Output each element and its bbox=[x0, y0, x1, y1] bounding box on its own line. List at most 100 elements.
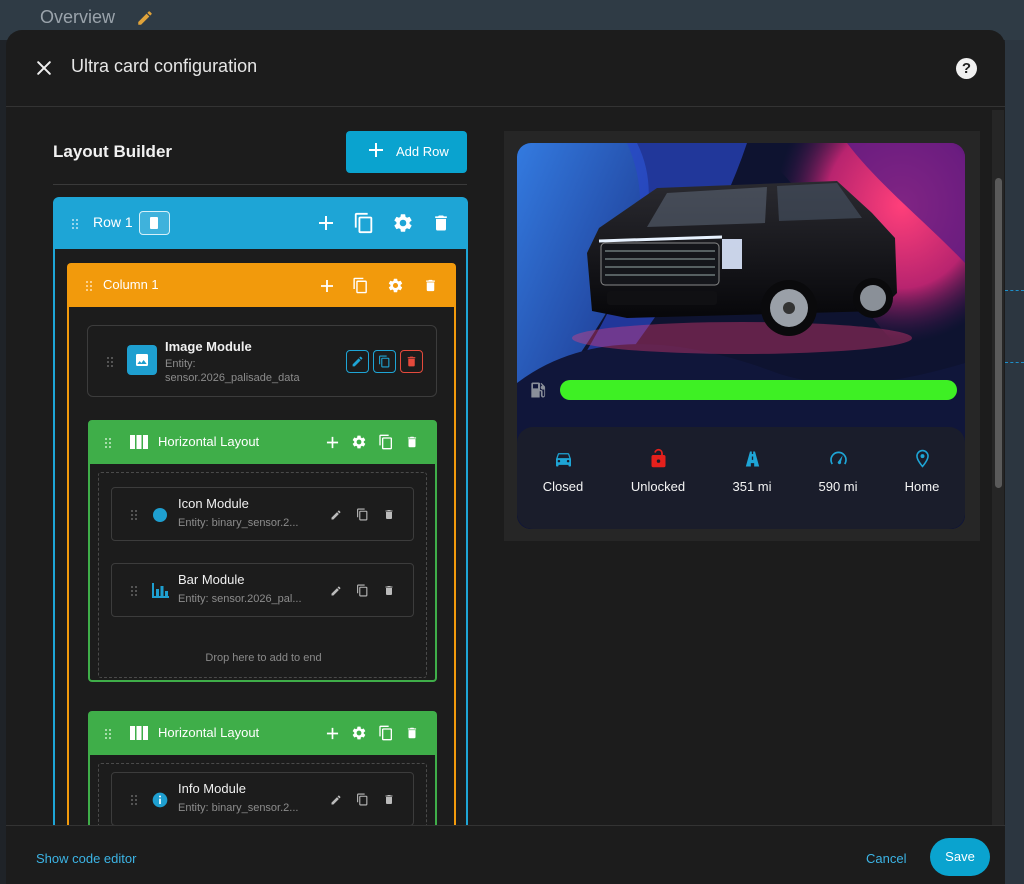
settings-gear-icon[interactable] bbox=[351, 725, 367, 741]
duplicate-button[interactable] bbox=[373, 350, 396, 373]
drag-handle-icon[interactable] bbox=[106, 356, 114, 368]
dialog-footer: Show code editor Cancel Save bbox=[6, 825, 1005, 884]
settings-gear-icon[interactable] bbox=[387, 277, 404, 294]
drag-handle-icon[interactable] bbox=[104, 437, 112, 449]
fuel-pump-icon bbox=[531, 382, 546, 398]
add-icon[interactable] bbox=[317, 214, 335, 232]
delete-icon[interactable] bbox=[405, 725, 419, 741]
settings-gear-icon[interactable] bbox=[392, 212, 414, 234]
stat-label: Unlocked bbox=[630, 479, 686, 494]
fuel-level-bar bbox=[560, 380, 957, 400]
save-button[interactable]: Save bbox=[930, 838, 990, 876]
icon-module-card[interactable]: Icon Module Entity: binary_sensor.2... bbox=[111, 487, 414, 541]
cancel-button[interactable]: Cancel bbox=[866, 851, 906, 866]
module-title: Info Module bbox=[178, 781, 246, 796]
drop-hint: Drop here to add to end bbox=[205, 652, 322, 664]
background-dashed-line bbox=[1005, 362, 1024, 363]
delete-icon[interactable] bbox=[383, 584, 395, 597]
duplicate-icon[interactable] bbox=[356, 793, 369, 806]
horizontal-layout-container: Horizontal Layout Icon Module Entity: bi… bbox=[88, 420, 437, 682]
image-module-card[interactable]: Image Module Entity: sensor.2026_palisad… bbox=[87, 325, 437, 397]
horizontal-layout-label: Horizontal Layout bbox=[158, 434, 260, 449]
module-title: Bar Module bbox=[178, 572, 245, 587]
delete-icon[interactable] bbox=[423, 277, 438, 294]
add-icon[interactable] bbox=[326, 436, 339, 449]
background-edge bbox=[1005, 40, 1024, 884]
settings-gear-icon[interactable] bbox=[351, 434, 367, 450]
add-icon[interactable] bbox=[326, 727, 339, 740]
delete-icon[interactable] bbox=[383, 793, 395, 806]
duplicate-icon[interactable] bbox=[378, 725, 394, 741]
module-entity: Entity: bbox=[165, 358, 196, 370]
column-container: Column 1 Image Module Entity: sensor.202… bbox=[67, 263, 456, 873]
delete-button[interactable] bbox=[400, 350, 423, 373]
image-module-icon bbox=[127, 345, 157, 375]
row-label: Row 1 bbox=[93, 214, 133, 230]
stat-label: Home bbox=[904, 479, 940, 494]
drag-handle-icon[interactable] bbox=[130, 509, 138, 521]
edit-button[interactable] bbox=[346, 350, 369, 373]
layout-builder-title: Layout Builder bbox=[53, 142, 173, 161]
duplicate-icon[interactable] bbox=[356, 508, 369, 521]
module-entity: Entity: binary_sensor.2... bbox=[178, 517, 299, 529]
vehicle-card-preview: Closed Unlocked 351 mi 590 mi Home bbox=[517, 143, 965, 529]
stat-label: 351 mi bbox=[732, 479, 772, 494]
stat-label: 590 mi bbox=[818, 479, 858, 494]
edit-pencil-icon[interactable] bbox=[136, 9, 154, 27]
add-row-label: Add Row bbox=[396, 144, 449, 159]
column-header[interactable]: Column 1 bbox=[69, 265, 454, 307]
speedometer-icon bbox=[830, 451, 847, 465]
duplicate-icon[interactable] bbox=[352, 277, 369, 294]
add-icon[interactable] bbox=[320, 279, 334, 293]
columns-icon bbox=[130, 435, 148, 449]
help-icon[interactable]: ? bbox=[956, 58, 977, 79]
show-code-editor-link[interactable]: Show code editor bbox=[36, 851, 136, 866]
lock-open-icon bbox=[651, 448, 666, 468]
row-container: Row 1 Column 1 Image Module Entity: sens… bbox=[53, 197, 468, 873]
columns-icon bbox=[130, 726, 148, 740]
circle-icon bbox=[153, 508, 167, 522]
drag-handle-icon[interactable] bbox=[85, 280, 93, 292]
add-row-button[interactable]: Add Row bbox=[346, 131, 467, 173]
module-entity: sensor.2026_palisade_data bbox=[165, 372, 300, 384]
duplicate-icon bbox=[379, 355, 390, 368]
drag-handle-icon[interactable] bbox=[104, 728, 112, 740]
delete-icon[interactable] bbox=[431, 212, 451, 234]
drag-handle-icon[interactable] bbox=[71, 218, 79, 230]
drag-handle-icon[interactable] bbox=[130, 585, 138, 597]
scrollbar-thumb[interactable] bbox=[995, 178, 1002, 488]
dialog-header: Ultra card configuration ? bbox=[6, 30, 1005, 107]
column-layout-badge[interactable] bbox=[139, 211, 170, 235]
background-title: Overview bbox=[40, 7, 116, 27]
row-header[interactable]: Row 1 bbox=[55, 199, 466, 249]
map-marker-icon bbox=[916, 449, 929, 468]
pencil-icon[interactable] bbox=[330, 794, 342, 806]
info-icon bbox=[152, 792, 168, 808]
image-icon bbox=[136, 354, 148, 366]
close-icon[interactable] bbox=[34, 58, 54, 78]
delete-icon[interactable] bbox=[383, 508, 395, 521]
stat-label: Closed bbox=[542, 479, 584, 494]
pencil-icon[interactable] bbox=[330, 509, 342, 521]
drag-handle-icon[interactable] bbox=[130, 794, 138, 806]
road-icon bbox=[745, 451, 760, 467]
stats-panel: Closed Unlocked 351 mi 590 mi Home bbox=[517, 427, 965, 529]
horizontal-layout-header[interactable]: Horizontal Layout bbox=[90, 422, 435, 464]
pencil-icon[interactable] bbox=[330, 585, 342, 597]
bar-module-card[interactable]: Bar Module Entity: sensor.2026_pal... bbox=[111, 563, 414, 617]
module-title: Image Module bbox=[165, 339, 252, 354]
duplicate-icon[interactable] bbox=[378, 434, 394, 450]
delete-icon[interactable] bbox=[405, 434, 419, 450]
car-icon bbox=[556, 453, 571, 467]
drop-zone[interactable]: Icon Module Entity: binary_sensor.2... B… bbox=[98, 472, 427, 678]
info-module-card[interactable]: Info Module Entity: binary_sensor.2... bbox=[111, 772, 414, 826]
config-dialog: Ultra card configuration ? Layout Builde… bbox=[6, 30, 1005, 884]
duplicate-icon[interactable] bbox=[356, 584, 369, 597]
module-entity: Entity: sensor.2026_pal... bbox=[178, 593, 302, 605]
horizontal-layout-header[interactable]: Horizontal Layout bbox=[90, 713, 435, 755]
column-label: Column 1 bbox=[103, 277, 159, 292]
divider bbox=[53, 184, 467, 185]
duplicate-icon[interactable] bbox=[353, 212, 375, 234]
pencil-icon bbox=[352, 356, 363, 367]
dialog-title: Ultra card configuration bbox=[71, 56, 258, 76]
